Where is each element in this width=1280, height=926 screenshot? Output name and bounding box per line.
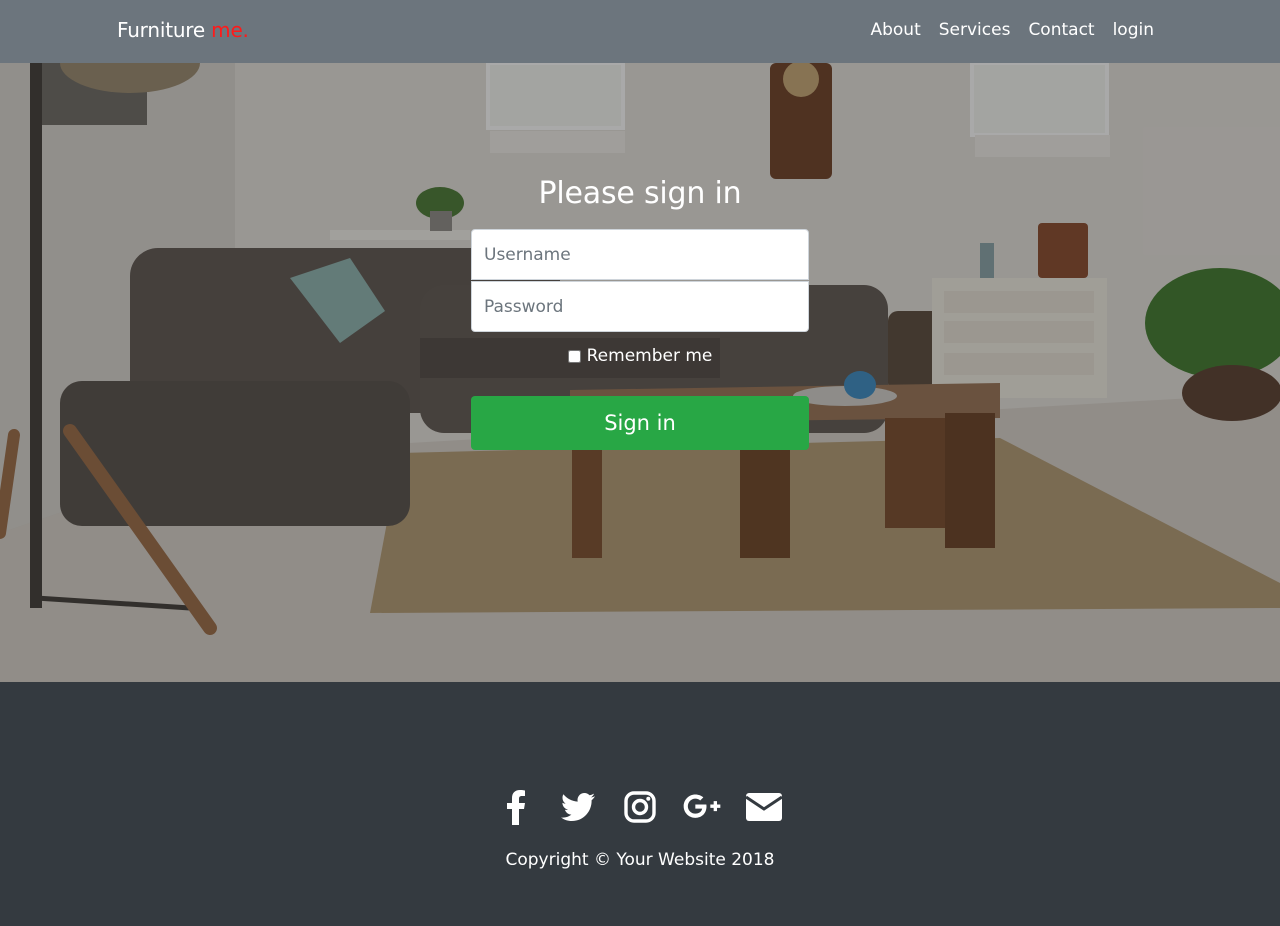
signin-button[interactable]: Sign in xyxy=(471,396,809,450)
username-input[interactable] xyxy=(471,229,809,280)
brand-logo[interactable]: Furniture me. xyxy=(117,18,249,42)
password-input[interactable] xyxy=(471,281,809,332)
instagram-icon[interactable] xyxy=(620,787,660,827)
signin-title: Please sign in xyxy=(538,176,742,211)
copyright-text: Copyright © Your Website 2018 xyxy=(505,850,775,870)
nav-link-about[interactable]: About xyxy=(870,20,920,40)
nav-link-contact[interactable]: Contact xyxy=(1028,20,1094,40)
social-links xyxy=(0,787,1280,827)
brand-accent: me. xyxy=(211,18,249,42)
footer: Copyright © Your Website 2018 xyxy=(0,682,1280,926)
remember-me[interactable]: Remember me xyxy=(471,346,809,366)
hero-section: Please sign in Remember me Sign in xyxy=(0,63,1280,682)
remember-me-checkbox[interactable] xyxy=(567,349,581,363)
twitter-icon[interactable] xyxy=(558,787,598,827)
google-plus-icon[interactable] xyxy=(682,787,722,827)
nav-link-login[interactable]: login xyxy=(1113,20,1154,40)
brand-name: Furniture xyxy=(117,18,205,42)
facebook-icon[interactable] xyxy=(496,787,536,827)
signin-form: Please sign in Remember me Sign in xyxy=(471,176,809,450)
nav-link-services[interactable]: Services xyxy=(939,20,1011,40)
envelope-icon[interactable] xyxy=(744,787,784,827)
navbar: Furniture me. About Services Contact log… xyxy=(0,0,1280,63)
nav-links: About Services Contact login xyxy=(870,20,1154,40)
remember-me-label: Remember me xyxy=(586,346,713,366)
